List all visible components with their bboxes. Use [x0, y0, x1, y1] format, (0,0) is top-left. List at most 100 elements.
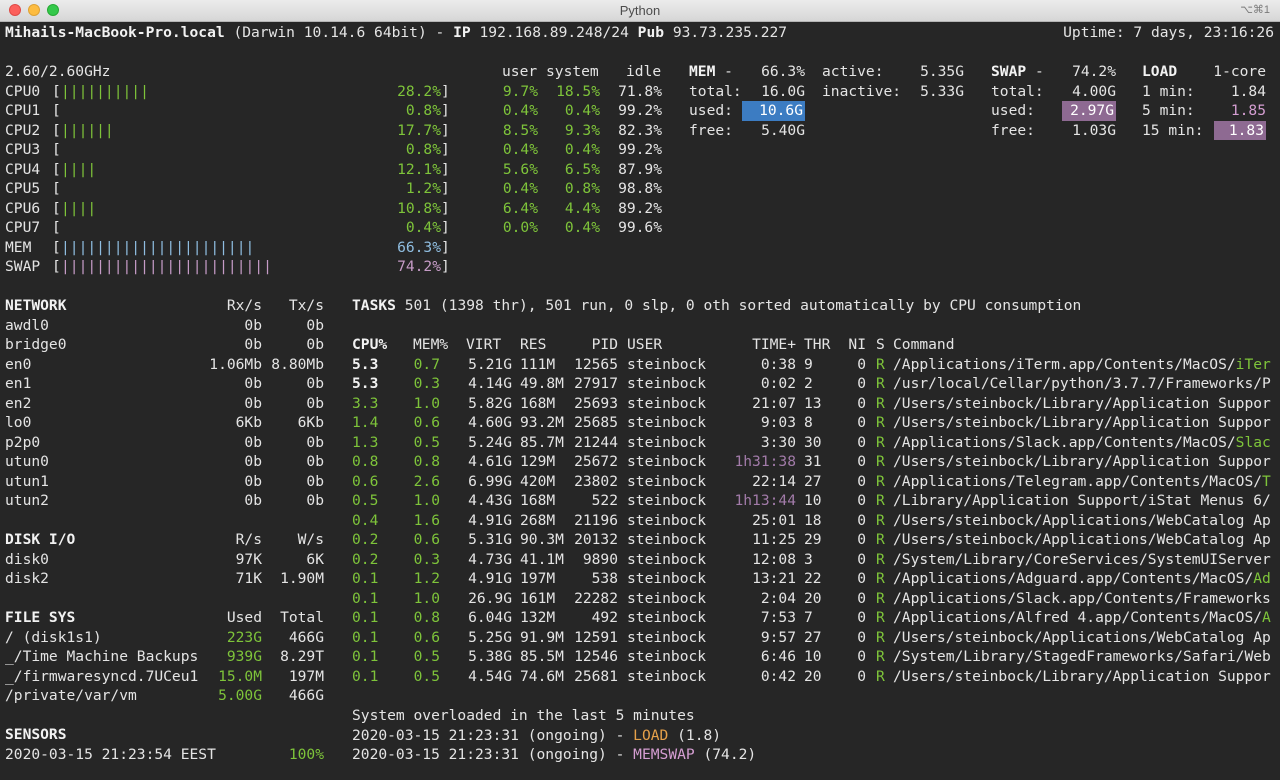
- process-threads: 3: [804, 550, 813, 568]
- fs-total-header: Total: [280, 609, 324, 626]
- process-command-path: /Users/steinbock/Applications/WebCatalog…: [893, 511, 1271, 529]
- alert-row: 2020-03-15 21:23:31 (ongoing) - LOAD (1.…: [352, 726, 721, 746]
- mem-used-label: used:: [689, 102, 733, 119]
- cpu-bar-close: ]: [441, 141, 450, 158]
- process-time: 7:53: [760, 609, 796, 626]
- cpu-row-name: CPU3: [5, 141, 41, 158]
- process-command: /Library/Application Support/iStat Menus…: [893, 491, 1275, 511]
- process-user: steinbock: [627, 550, 707, 568]
- cpu-bar-close: ]: [441, 258, 450, 275]
- process-command-path: /Applications/Adguard.app/Contents/MacOS…: [893, 570, 1254, 587]
- cpu-usage-percent: 66.3%: [397, 238, 441, 256]
- process-virt: 6.99G: [468, 472, 512, 490]
- mem-inactive: 5.33G: [920, 82, 964, 100]
- mem-title: MEM: [689, 63, 716, 80]
- process-command-name: A: [1262, 609, 1271, 626]
- alert-value: (1.8): [677, 726, 722, 744]
- process-pid: 27917: [574, 375, 618, 392]
- process-nice: 0: [857, 609, 866, 626]
- process-command-path: /Users/steinbock/Applications/WebCatalog…: [893, 531, 1271, 548]
- process-res: 420M: [520, 472, 556, 490]
- process-mem: 0.6: [413, 628, 440, 646]
- process-command-path: /Users/steinbock/Library/Application Sup…: [893, 453, 1271, 470]
- network-tx-value: 0b: [306, 433, 324, 451]
- process-command-name: iTer: [1235, 355, 1271, 373]
- process-state: R: [876, 492, 885, 509]
- process-threads: 27: [804, 628, 822, 646]
- process-nice: 0: [857, 531, 866, 548]
- process-threads: 20: [804, 589, 822, 607]
- cpu-usage-bar: ||||||||||||||||||||||: [61, 238, 255, 256]
- cpu-bar-open: [: [52, 141, 61, 158]
- process-time: 1h13:44: [734, 492, 796, 509]
- process-virt: 5.24G: [468, 433, 512, 451]
- process-user: steinbock: [627, 648, 707, 665]
- cpu-user-header: user: [502, 63, 538, 80]
- os-info: (Darwin 10.14.6 64bit) -: [233, 24, 445, 41]
- network-interface-name: en0: [5, 355, 32, 373]
- process-nice: 0: [857, 492, 866, 509]
- cpu-user-value: 0.4%: [502, 102, 538, 119]
- process-mem: 1.0: [413, 394, 440, 412]
- process-command-path: /Library/Application Support/iStat Menus…: [893, 492, 1271, 509]
- process-pid: 12546: [574, 648, 618, 665]
- cpu-bar-open: [: [52, 219, 61, 236]
- disk-name: disk0: [5, 550, 49, 568]
- process-command: /Applications/Adguard.app/Contents/MacOS…: [893, 569, 1275, 589]
- network-interface-name: bridge0: [5, 336, 67, 353]
- process-pid: 9890: [582, 550, 618, 568]
- process-user: steinbock: [627, 667, 707, 685]
- cpu-system-value: 6.5%: [564, 160, 600, 178]
- process-user: steinbock: [627, 433, 707, 451]
- swap-total: 4.00G: [1072, 82, 1116, 100]
- process-user: steinbock: [627, 511, 707, 529]
- col-thr-header: THR: [804, 336, 831, 353]
- process-virt: 4.61G: [468, 453, 512, 470]
- process-pid: 20132: [574, 531, 618, 548]
- alerts-title: System overloaded in the last 5 minutes: [352, 707, 695, 724]
- disk-title: DISK I/O: [5, 531, 76, 548]
- cpu-idle-value: 89.2%: [618, 199, 662, 217]
- cpu-system-value: 9.3%: [564, 121, 600, 139]
- process-pid: 492: [591, 609, 618, 626]
- process-cpu: 3.3: [352, 394, 379, 412]
- network-tx-value: 0b: [306, 316, 324, 334]
- cpu-usage-bar: ||||||||||||||||||||||||: [61, 258, 272, 275]
- cpu-usage-percent: 10.8%: [397, 199, 441, 217]
- process-time: 0:02: [760, 375, 796, 392]
- fs-used-value: 939G: [226, 648, 262, 665]
- process-nice: 0: [857, 628, 866, 646]
- process-res: 197M: [520, 570, 556, 587]
- disk-r-header: R/s: [235, 531, 262, 548]
- process-cpu: 0.1: [352, 628, 379, 646]
- process-mem: 0.6: [413, 531, 440, 548]
- cpu-idle-header: idle: [626, 63, 662, 80]
- process-virt: 4.14G: [468, 375, 512, 392]
- cpu-idle-value: 82.3%: [618, 121, 662, 139]
- network-rx-value: 0b: [244, 336, 262, 353]
- cpu-bar-close: ]: [441, 199, 450, 217]
- cpu-idle-value: 99.6%: [618, 219, 662, 236]
- process-time: 22:14: [752, 472, 796, 490]
- uptime: Uptime: 7 days, 23:16:26: [1063, 24, 1274, 41]
- tasks-summary: 501 (1398 thr), 501 run, 0 slp, 0 oth so…: [404, 297, 1082, 314]
- network-rx-value: 0b: [244, 433, 262, 451]
- cpu-usage-percent: 17.7%: [397, 121, 441, 139]
- process-state: R: [876, 531, 885, 548]
- cpu-user-value: 0.0%: [502, 219, 538, 236]
- process-time: 9:03: [760, 414, 796, 431]
- fs-mount-name: / (disk1s1): [5, 628, 102, 646]
- process-pid: 23802: [574, 472, 618, 490]
- process-res: 41.1M: [520, 550, 564, 568]
- process-virt: 4.73G: [468, 550, 512, 568]
- cpu-system-value: 18.5%: [556, 82, 600, 100]
- network-interface-name: utun0: [5, 453, 49, 470]
- cpu-idle-value: 98.8%: [618, 180, 662, 197]
- terminal[interactable]: Mihails-MacBook-Pro.local (Darwin 10.14.…: [0, 22, 1280, 780]
- fs-title: FILE SYS: [5, 609, 76, 626]
- cpu-idle-value: 87.9%: [618, 160, 662, 178]
- process-mem: 1.6: [413, 511, 440, 529]
- process-res: 132M: [520, 609, 556, 626]
- process-state: R: [876, 355, 885, 373]
- load-1min-label: 1 min:: [1142, 82, 1195, 100]
